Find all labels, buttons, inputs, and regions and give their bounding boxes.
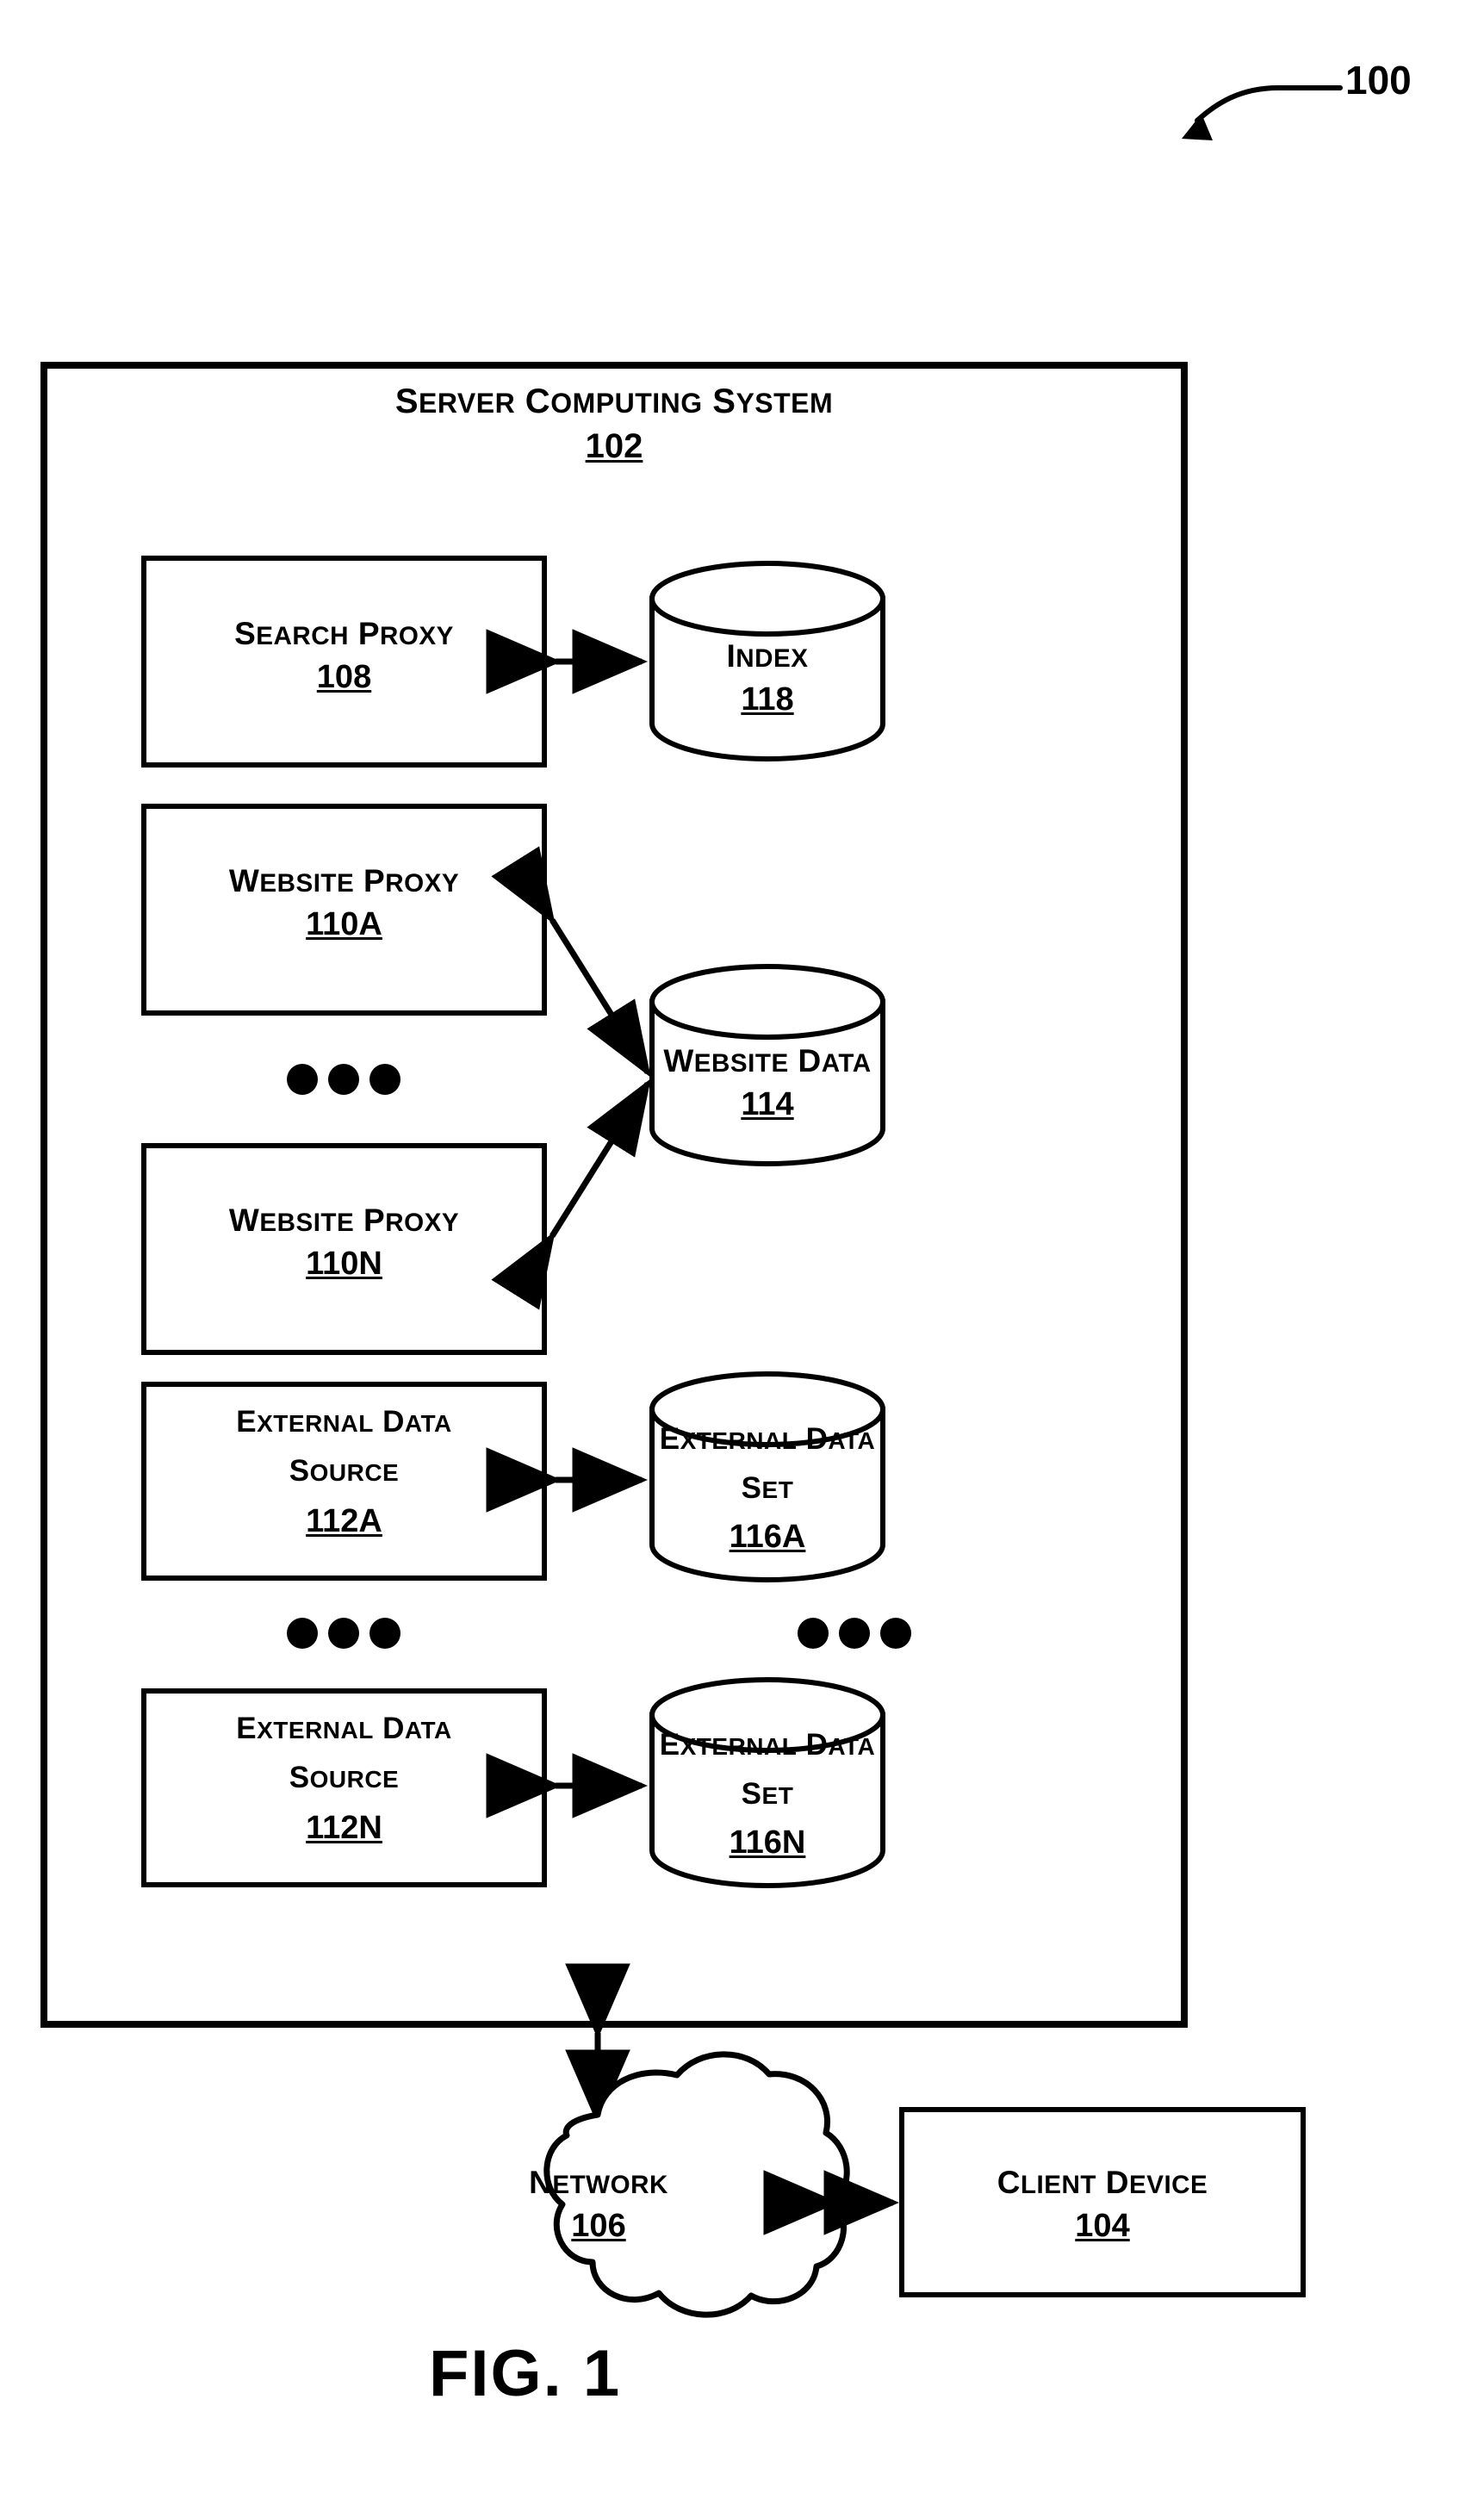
external-data-set-n-numeral: 116N	[729, 1824, 806, 1861]
website-data-label: WEBSITE DATA	[663, 1043, 872, 1078]
network-numeral: 106	[571, 2208, 626, 2244]
external-data-source-n-label-line2: SOURCE	[289, 1761, 400, 1794]
website-data-numeral: 114	[741, 1086, 794, 1122]
external-data-set-a-numeral: 116A	[729, 1519, 806, 1555]
website-proxy-a-label: WEBSITE PROXY	[228, 863, 460, 898]
reference-numeral-100: 100	[1345, 58, 1412, 103]
external-data-set-a-label-line2: SET	[741, 1471, 794, 1505]
website-proxy-n-label: WEBSITE PROXY	[228, 1203, 460, 1238]
external-data-source-a-label-line2: SOURCE	[289, 1454, 400, 1488]
patent-figure-1: 100 SERVER COMPUTING SYSTEM 102 SEARCH P…	[0, 0, 1484, 2511]
website-proxy-a-numeral: 110A	[306, 906, 382, 942]
server-computing-system-numeral: 102	[585, 427, 643, 465]
client-device-label: CLIENT DEVICE	[997, 2165, 1208, 2200]
external-data-set-n-label-line2: SET	[741, 1777, 794, 1811]
reference-leader-100	[1182, 85, 1343, 140]
search-proxy-label: SEARCH PROXY	[234, 616, 454, 651]
server-computing-system-title: SERVER COMPUTING SYSTEM	[394, 382, 834, 420]
external-data-source-n-numeral: 112N	[306, 1810, 382, 1846]
external-data-source-a-numeral: 112A	[306, 1503, 382, 1539]
client-device-box	[899, 2107, 1306, 2297]
external-source-ellipsis-dots	[287, 1618, 400, 1649]
network-label: NETWORK	[529, 2165, 668, 2200]
index-label: INDEX	[726, 638, 809, 674]
website-proxy-n-numeral: 110N	[306, 1246, 382, 1282]
external-data-set-n-label-line1: EXTERNAL DATA	[659, 1728, 876, 1762]
external-set-ellipsis-dots	[798, 1618, 911, 1649]
proxy-ellipsis-dots	[287, 1064, 400, 1095]
external-data-source-n-label-line1: EXTERNAL DATA	[236, 1712, 452, 1745]
client-device-numeral: 104	[1075, 2208, 1130, 2244]
external-data-source-a-label-line1: EXTERNAL DATA	[236, 1405, 452, 1439]
search-proxy-numeral: 108	[316, 659, 372, 695]
index-numeral: 118	[741, 681, 794, 718]
external-data-set-a-label-line1: EXTERNAL DATA	[659, 1422, 876, 1456]
figure-caption: FIG. 1	[429, 2337, 622, 2410]
